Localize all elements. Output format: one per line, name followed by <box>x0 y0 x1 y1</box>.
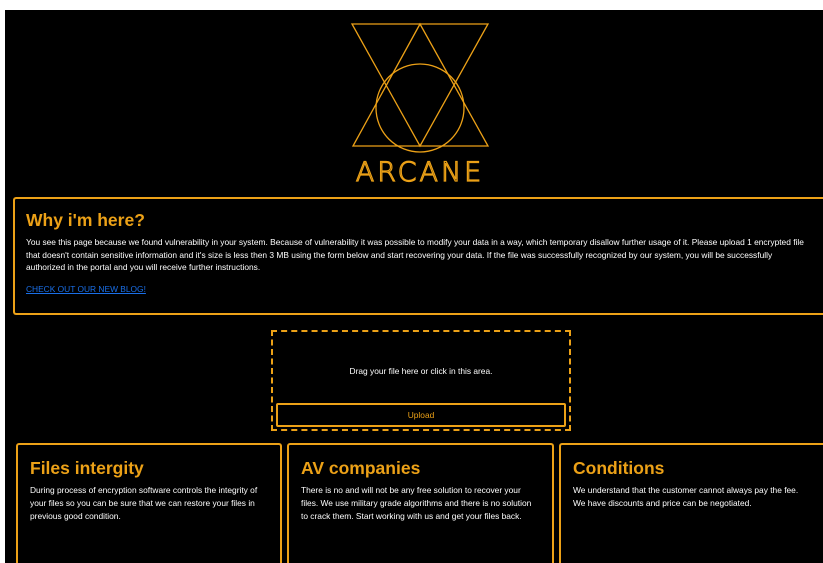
blog-link[interactable]: CHECK OUT OUR NEW BLOG! <box>26 284 146 294</box>
card-title: Conditions <box>573 458 665 478</box>
page: ARCANE Why i'm here? You see this page b… <box>0 0 823 563</box>
upload-button[interactable]: Upload <box>276 403 566 427</box>
why-description: You see this page because we found vulne… <box>26 237 804 273</box>
card-body: During process of encryption software co… <box>30 485 258 521</box>
logo-text: ARCANE <box>355 156 485 188</box>
card-title: Files intergity <box>30 458 144 478</box>
why-panel: Why i'm here? You see this page because … <box>13 197 823 315</box>
why-title: Why i'm here? <box>26 210 145 230</box>
card-conditions: Conditions We understand that the custom… <box>559 443 823 563</box>
card-av-companies: AV companies There is no and will not be… <box>287 443 554 563</box>
card-title: AV companies <box>301 458 421 478</box>
card-files-integrity: Files intergity During process of encryp… <box>16 443 282 563</box>
dropzone-label: Drag your file here or click in this are… <box>349 366 493 376</box>
card-body: There is no and will not be any free sol… <box>301 485 532 521</box>
card-body: We understand that the customer cannot a… <box>573 485 799 508</box>
file-dropzone[interactable]: Drag your file here or click in this are… <box>271 330 571 431</box>
